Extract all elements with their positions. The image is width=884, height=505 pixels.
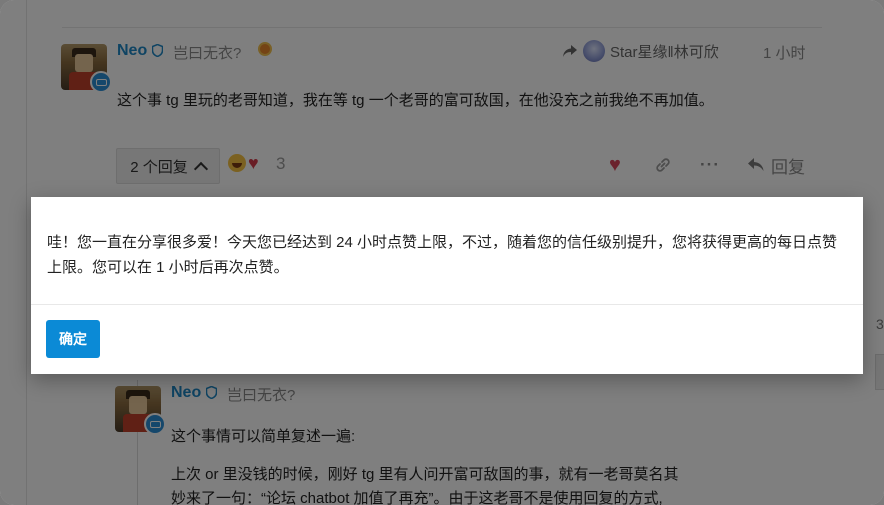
dialog-message: 哇！您一直在分享很多爱！今天您已经达到 24 小时点赞上限，不过，随着您的信任级…	[47, 234, 838, 276]
dialog-divider	[31, 304, 863, 305]
ok-button[interactable]: 确定	[46, 320, 100, 358]
like-limit-dialog: 哇！您一直在分享很多爱！今天您已经达到 24 小时点赞上限，不过，随着您的信任级…	[31, 197, 863, 374]
